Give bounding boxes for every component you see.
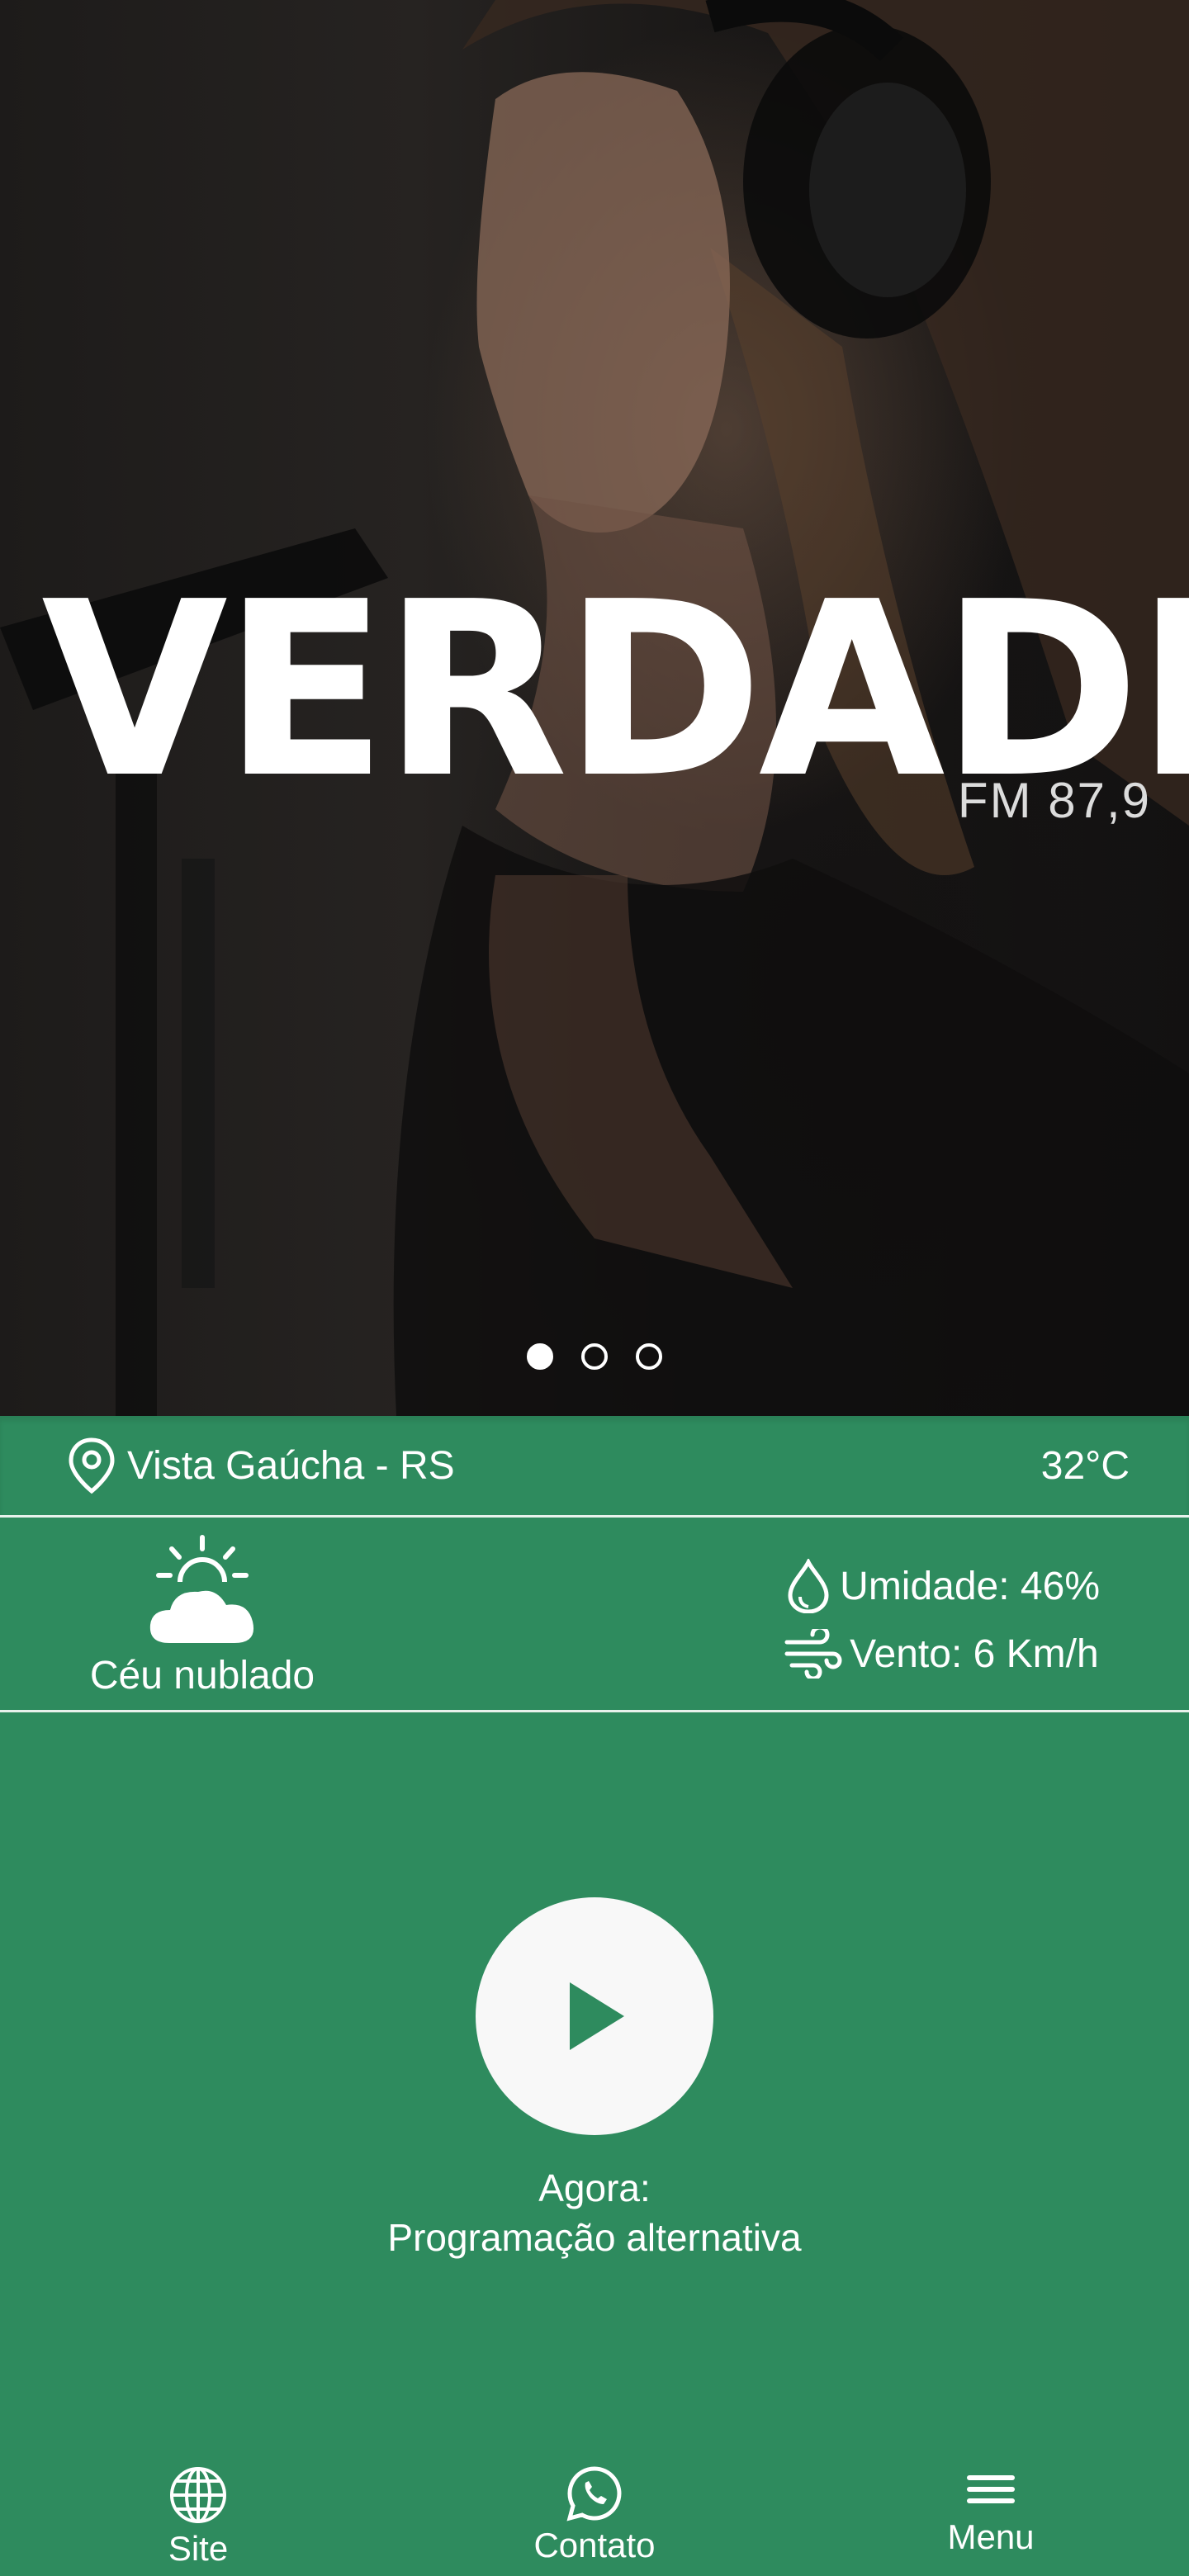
- play-button[interactable]: [476, 1897, 713, 2135]
- nav-contato[interactable]: Contato: [471, 2465, 718, 2565]
- hero-banner: VERDADE FM 87,9: [0, 0, 1189, 1416]
- wind-row: Vento: 6 Km/h: [784, 1620, 1100, 1688]
- partly-cloudy-icon: [149, 1535, 254, 1643]
- location-bar: Vista Gaúcha - RS 32°C: [0, 1416, 1189, 1518]
- globe-icon: [170, 2467, 226, 2523]
- weather-condition: Céu nublado: [83, 1534, 322, 1698]
- nav-site[interactable]: Site: [74, 2465, 322, 2569]
- location: Vista Gaúcha - RS: [66, 1437, 455, 1494]
- carousel-dot-1[interactable]: [527, 1343, 553, 1370]
- weather-panel: Céu nublado Umidade: 46% Vento: 6 Km/h: [0, 1518, 1189, 1712]
- now-playing-label: Agora:: [538, 2166, 651, 2209]
- map-pin-icon: [69, 1437, 115, 1494]
- whatsapp-icon: [566, 2466, 622, 2522]
- now-playing-title: Programação alternativa: [387, 2216, 802, 2259]
- carousel-dot-3[interactable]: [636, 1343, 662, 1370]
- weather-details: Umidade: 46% Vento: 6 Km/h: [784, 1552, 1100, 1688]
- humidity-value: Umidade: 46%: [840, 1564, 1100, 1608]
- nav-menu[interactable]: Menu: [867, 2465, 1115, 2557]
- city-name: Vista Gaúcha - RS: [127, 1443, 455, 1488]
- weather-description: Céu nublado: [89, 1654, 315, 1698]
- water-drop-icon: [788, 1559, 829, 1613]
- humidity-row: Umidade: 46%: [784, 1552, 1100, 1620]
- carousel-indicator: [0, 1343, 1189, 1370]
- carousel-dot-2[interactable]: [581, 1343, 608, 1370]
- temperature: 32°C: [1040, 1443, 1130, 1488]
- nav-contato-label: Contato: [533, 2526, 656, 2564]
- hamburger-menu-icon: [967, 2475, 1015, 2503]
- wind-icon: [784, 1629, 842, 1679]
- bottom-nav: Site Contato Menu: [0, 2465, 1189, 2576]
- nav-site-label: Site: [168, 2529, 229, 2568]
- station-frequency: FM 87,9: [957, 773, 1151, 828]
- wind-value: Vento: 6 Km/h: [850, 1631, 1099, 1676]
- nav-menu-label: Menu: [947, 2517, 1035, 2556]
- play-icon: [570, 1982, 624, 2050]
